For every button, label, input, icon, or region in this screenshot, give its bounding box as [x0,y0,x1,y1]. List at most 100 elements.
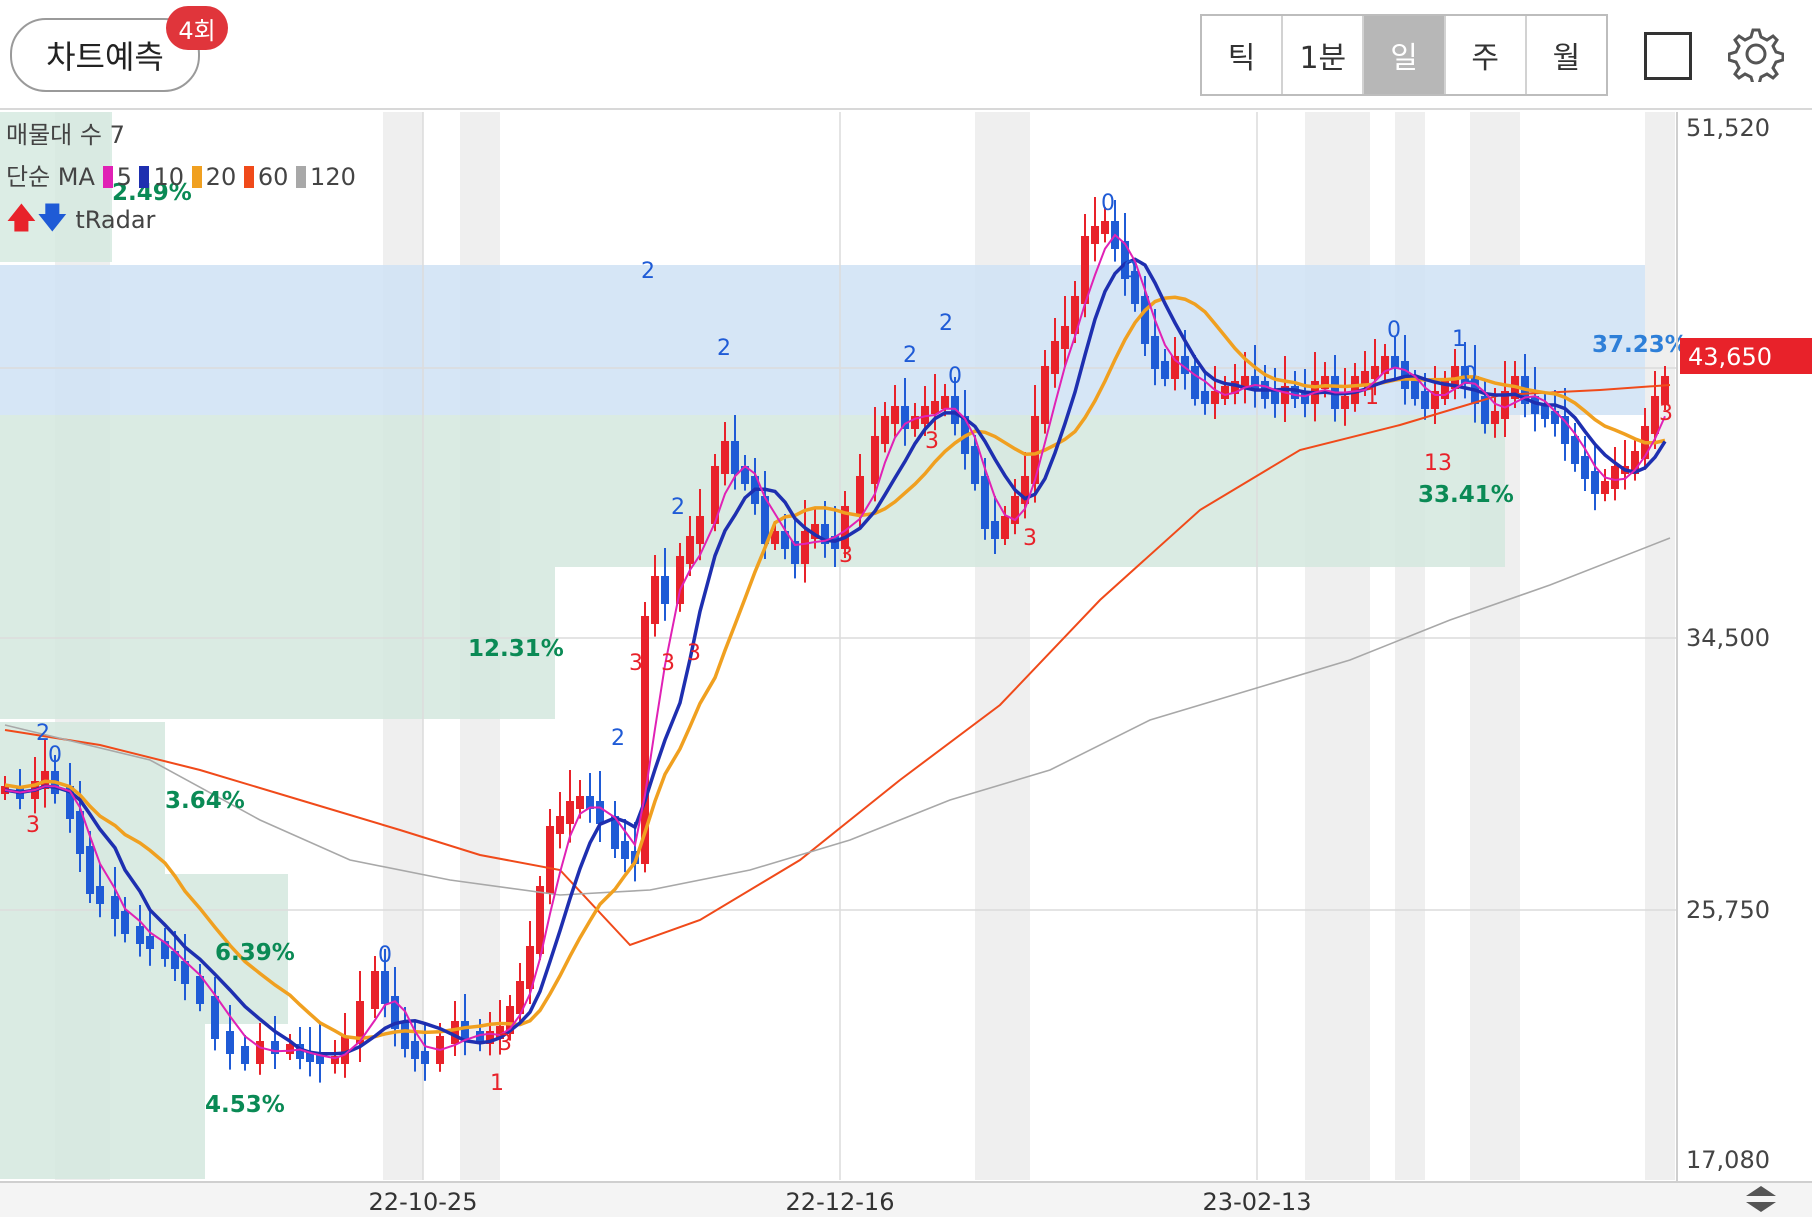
candle-body [546,826,554,894]
ma5-label: 5 [116,163,132,191]
volume-profile-percent: 37.23% [1592,332,1688,358]
candle-body [1581,456,1589,479]
candle-body [96,886,104,904]
candle-body [371,971,379,1009]
signal-mark: 2 [641,259,655,284]
candle-body [1161,361,1169,379]
ma-legend: 단순 MA 5 10 20 60 120 [6,156,356,198]
candle-body [136,926,144,944]
signal-mark: 0 [1123,258,1137,283]
signal-mark: 2 [903,343,917,368]
tradar-label: tRadar [75,206,156,234]
candle-body [576,796,584,809]
signal-mark: 0 [1463,363,1477,388]
signal-mark: 3 [925,429,939,454]
tab-day[interactable]: 일 [1364,16,1446,94]
current-price-tag: 43,650 [1680,338,1812,374]
chart-canvas[interactable]: 2.49%3.64%6.39%4.53%12.31%33.41%37.23% 2… [0,110,1812,1217]
candle-body [931,401,939,414]
signal-mark: 0 [378,943,392,968]
candle-body [891,406,899,424]
candle-body [1411,381,1419,399]
timeframe-selector: 틱 1분 일 주 월 [1200,14,1608,96]
candle-body [1491,411,1499,424]
candle-body [1611,466,1619,489]
volume-profile-percent: 4.53% [205,1092,285,1118]
candle-body [991,521,999,539]
signal-mark: 2 [671,495,685,520]
signal-mark: 2 [611,726,625,751]
candle-body [381,971,389,1004]
candle-body [731,441,739,474]
candle-body [871,436,879,484]
candle-body [1571,436,1579,464]
candle-body [1201,391,1209,404]
candle-body [686,536,694,564]
candle-body [1591,471,1599,494]
y-tick-label: 25,750 [1686,896,1770,924]
svg-text:43,650: 43,650 [1688,343,1772,371]
candle-body [596,801,604,824]
candle-body [226,1031,234,1054]
signal-mark: 3 [1023,526,1037,551]
gear-icon[interactable] [1728,26,1784,82]
candle-body [651,576,659,624]
candle-body [1031,416,1039,484]
tab-month[interactable]: 월 [1526,16,1607,94]
signal-mark: 3 [498,1031,512,1056]
candle-body [241,1046,249,1064]
ma10-label: 10 [153,163,185,191]
candle-body [856,476,864,514]
signal-mark: 1 [490,1071,504,1096]
candle-body [461,1021,469,1039]
signal-mark: 2 [717,336,731,361]
ma60-swatch [243,166,254,188]
candle-body [901,406,909,429]
y-axis: 51,520 34,500 25,750 17,080 [1686,114,1770,1174]
volume-profile-percent: 12.31% [468,636,564,662]
volume-profile-percent: 33.41% [1418,482,1514,508]
price-chart[interactable]: 2.49% 3.64% 6.39% 4.53% 12.31% 33.41% 37.23% 2… [0,110,1812,1217]
candle-body [696,516,704,544]
tab-week[interactable]: 주 [1445,16,1527,94]
candle-body [1421,391,1429,409]
candle-body [1151,336,1159,369]
candle-body [1211,391,1219,404]
candle-body [881,416,889,444]
candle-body [981,476,989,529]
candle-body [566,801,574,824]
candle-body [1661,376,1669,404]
signal-mark: 3 [661,651,675,676]
signal-mark: 1 [1452,327,1466,352]
down-arrow-icon: 🡇 [36,201,68,236]
signal-mark: 3 [1659,401,1673,426]
volume-profile-percent: 3.64% [165,788,245,814]
ma120-label: 120 [310,163,356,191]
candle-body [801,531,809,564]
tab-1min[interactable]: 1분 [1283,16,1365,94]
x-tick-label: 22-10-25 [369,1188,478,1216]
candle-body [721,441,729,474]
signal-mark: 3 [629,651,643,676]
signal-mark: 13 [1424,451,1452,476]
ma5-swatch [102,166,113,188]
top-toolbar: 차트예측 4회 틱 1분 일 주 월 [0,0,1812,110]
volume-profile-legend: 매물대 수 7 [6,121,125,149]
signal-mark: 2 [939,311,953,336]
candle-body [1251,376,1259,389]
ma60-label: 60 [257,163,289,191]
candle-body [1291,386,1299,399]
candle-body [1091,226,1099,244]
candle-body [111,896,119,919]
ma120-swatch [296,166,307,188]
candle-body [1051,341,1059,374]
candle-body [1061,326,1069,349]
candle-body [556,816,564,834]
square-icon[interactable] [1644,32,1692,80]
tab-tick[interactable]: 틱 [1202,16,1284,94]
candle-body [401,1021,409,1049]
candle-body [621,841,629,859]
candle-body [86,846,94,894]
volume-profile-percent: 6.39% [215,940,295,966]
signal-mark: 0 [948,364,962,389]
